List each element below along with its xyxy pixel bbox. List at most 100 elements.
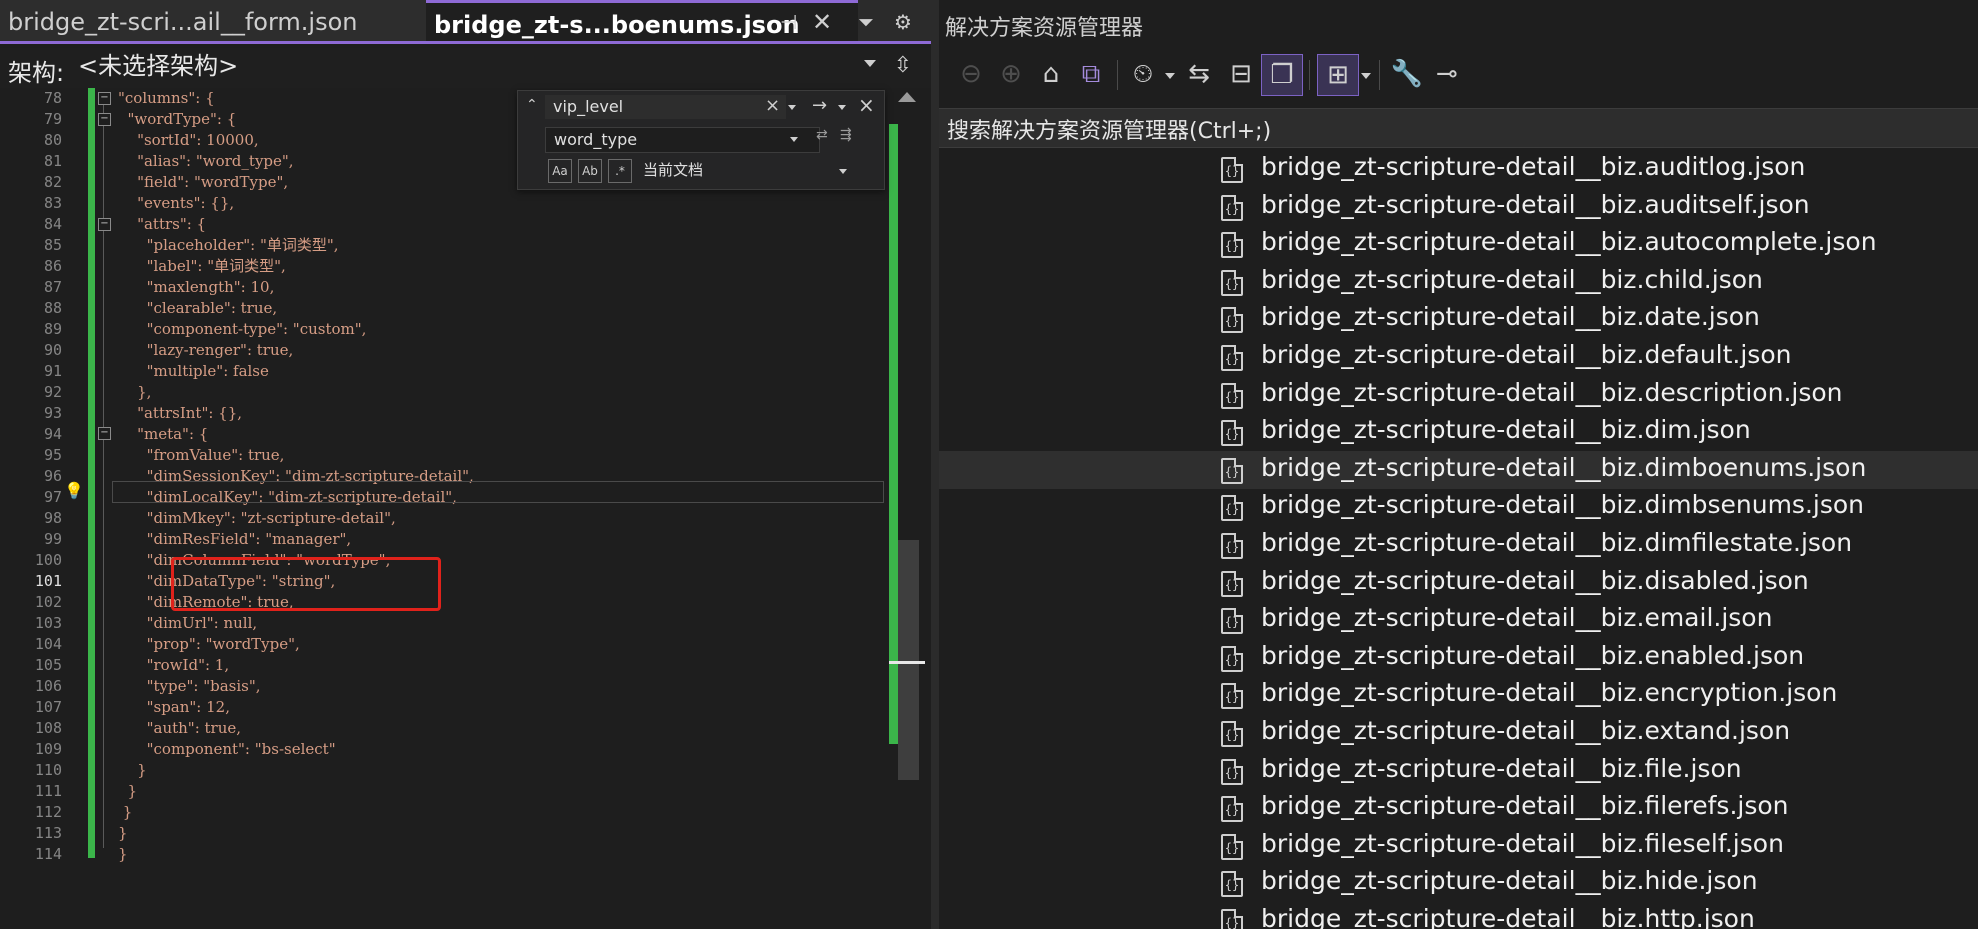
line-number: 104 xyxy=(34,635,62,653)
match-case-toggle[interactable]: Aa xyxy=(548,159,572,183)
file-tree-item[interactable]: {} bridge_zt-scripture-detail__biz.email.… xyxy=(939,601,1978,639)
home-icon[interactable]: ⌂ xyxy=(1031,54,1071,94)
fold-toggle-icon[interactable]: − xyxy=(98,218,111,231)
json-file-icon: {} xyxy=(1221,157,1243,183)
code-line: "lazy-renger": true, xyxy=(118,341,294,359)
replace-history-dropdown-icon[interactable] xyxy=(790,137,798,142)
line-number: 100 xyxy=(34,551,62,569)
collapse-all-icon[interactable]: ⊟ xyxy=(1221,54,1261,94)
file-tree-item[interactable]: {} bridge_zt-scripture-detail__biz.dimboe… xyxy=(939,450,1978,489)
file-tree-item[interactable]: {} bridge_zt-scripture-detail__biz.auditl… xyxy=(939,150,1978,188)
sync-active-document-icon[interactable]: ⇆ xyxy=(1179,54,1219,94)
tab-form-json[interactable]: bridge_zt-scri...ail__form.json xyxy=(0,0,432,42)
scroll-up-icon[interactable] xyxy=(898,92,916,102)
file-tree-item[interactable]: {} bridge_zt-scripture-detail__biz.descri… xyxy=(939,376,1978,414)
pin-icon[interactable]: ⊣ xyxy=(780,10,797,34)
json-file-icon: {} xyxy=(1221,420,1243,447)
file-tree-item[interactable]: {} bridge_zt-scripture-detail__biz.http.j… xyxy=(939,902,1978,929)
replace-input[interactable]: word_type xyxy=(545,127,820,153)
file-tree-item[interactable]: {} bridge_zt-scripture-detail__biz.dimbse… xyxy=(939,488,1978,526)
switch-views-icon[interactable]: ⊞ xyxy=(1317,54,1359,96)
properties-wrench-icon[interactable]: 🔧 xyxy=(1387,54,1427,94)
schema-label: 架构: xyxy=(8,59,65,87)
json-file-icon: {} xyxy=(1221,570,1243,597)
search-scope-select[interactable]: 当前文档 xyxy=(643,159,703,181)
settings-icon[interactable]: ⚙ xyxy=(894,10,912,34)
annotation-highlight-box xyxy=(171,557,441,611)
file-tree-item[interactable]: {} bridge_zt-scripture-detail__biz.child.… xyxy=(939,263,1978,301)
file-tree-item[interactable]: {} bridge_zt-scripture-detail__biz.disabl… xyxy=(939,564,1978,602)
line-number: 98 xyxy=(43,509,62,527)
file-tree-item[interactable]: {} bridge_zt-scripture-detail__biz.defaul… xyxy=(939,338,1978,376)
line-number: 83 xyxy=(43,194,62,212)
pane-splitter[interactable] xyxy=(931,0,939,929)
file-name: bridge_zt-scripture-detail__biz.dim.json xyxy=(1261,415,1751,445)
explorer-search-input[interactable]: 搜索解决方案资源管理器(Ctrl+;) xyxy=(939,108,1978,148)
json-file-icon: {} xyxy=(1221,796,1243,823)
schema-select[interactable]: <未选择架构> xyxy=(70,51,890,81)
find-next-icon[interactable]: → xyxy=(812,95,827,116)
line-number: 80 xyxy=(43,131,62,149)
replace-all-icon[interactable]: ⇶ xyxy=(840,127,862,151)
tab-list-dropdown-icon[interactable]: ⏷ xyxy=(858,10,874,34)
code-editor[interactable]: 78 79 80 81 82 83 84 85 86 87 88 89 90 91 92 93 94 95 96 97… xyxy=(0,88,931,929)
code-line: "attrs": { xyxy=(118,215,207,233)
file-tree-item[interactable]: {} bridge_zt-scripture-detail__biz.audits… xyxy=(939,188,1978,226)
line-number: 82 xyxy=(43,173,62,191)
split-window-icon[interactable]: ⇳ xyxy=(888,50,918,82)
file-tree-item[interactable]: {} bridge_zt-scripture-detail__biz.filere… xyxy=(939,789,1978,827)
file-name: bridge_zt-scripture-detail__biz.http.jso… xyxy=(1261,904,1755,929)
file-tree-item[interactable]: {} bridge_zt-scripture-detail__biz.file.j… xyxy=(939,752,1978,790)
code-line: "rowId": 1, xyxy=(118,656,230,674)
line-number: 97 xyxy=(43,488,62,506)
pending-changes-dropdown-icon[interactable] xyxy=(1165,73,1175,79)
file-tree-item[interactable]: {} bridge_zt-scripture-detail__biz.hide.j… xyxy=(939,864,1978,902)
file-tree-item[interactable]: {} bridge_zt-scripture-detail__biz.extand… xyxy=(939,714,1978,752)
replace-next-icon[interactable]: ⇄ xyxy=(816,127,838,151)
line-number: 88 xyxy=(43,299,62,317)
find-options-dropdown-icon[interactable] xyxy=(838,105,846,110)
back-icon[interactable]: ⊖ xyxy=(951,54,991,94)
forward-icon[interactable]: ⊕ xyxy=(991,54,1031,94)
line-number: 111 xyxy=(34,782,62,800)
json-file-icon: {} xyxy=(1221,382,1243,409)
json-file-icon: {} xyxy=(1221,871,1243,898)
json-file-icon: {} xyxy=(1221,758,1243,785)
fold-toggle-icon[interactable]: − xyxy=(98,113,111,126)
preview-selected-icon[interactable]: ⊸ xyxy=(1427,54,1467,94)
file-tree-item[interactable]: {} bridge_zt-scripture-detail__biz.filese… xyxy=(939,827,1978,865)
file-tree-item[interactable]: {} bridge_zt-scripture-detail__biz.dimfil… xyxy=(939,526,1978,564)
use-regex-toggle[interactable]: .* xyxy=(608,159,632,183)
file-tree-item[interactable]: {} bridge_zt-scripture-detail__biz.date.j… xyxy=(939,300,1978,338)
code-line: "fromValue": true, xyxy=(118,446,285,464)
show-all-files-icon[interactable]: ❐ xyxy=(1261,54,1303,96)
search-history-dropdown-icon[interactable] xyxy=(788,105,796,110)
clear-search-icon[interactable]: × xyxy=(765,95,780,116)
chevron-down-icon[interactable] xyxy=(864,60,876,67)
file-tree-item[interactable]: {} bridge_zt-scripture-detail__biz.enable… xyxy=(939,639,1978,677)
scroll-thumb[interactable] xyxy=(898,540,919,780)
fold-toggle-icon[interactable]: − xyxy=(98,427,111,440)
match-whole-word-toggle[interactable]: Ab xyxy=(578,159,602,183)
close-find-icon[interactable]: × xyxy=(858,93,875,117)
json-file-icon: {} xyxy=(1221,645,1243,672)
file-tree-item[interactable]: {} bridge_zt-scripture-detail__biz.encryp… xyxy=(939,676,1978,714)
file-name: bridge_zt-scripture-detail__biz.descript… xyxy=(1261,377,1843,407)
toolbar-separator xyxy=(1379,60,1380,90)
toggle-replace-icon[interactable]: ⌃ xyxy=(526,97,538,113)
file-tree-item[interactable]: {} bridge_zt-scripture-detail__biz.dim.js… xyxy=(939,413,1978,451)
file-tree-item[interactable]: {} bridge_zt-scripture-detail__biz.autoco… xyxy=(939,225,1978,263)
explorer-search-placeholder: 搜索解决方案资源管理器(Ctrl+;) xyxy=(947,119,1272,144)
pending-changes-icon[interactable]: ⏲ xyxy=(1123,54,1163,94)
close-tab-icon[interactable]: ✕ xyxy=(812,8,832,36)
line-number: 109 xyxy=(34,740,62,758)
line-number: 112 xyxy=(34,803,62,821)
vertical-scrollbar[interactable] xyxy=(889,88,931,929)
vs-solution-icon[interactable]: ⧉ xyxy=(1071,54,1111,94)
lightbulb-icon[interactable]: 💡 xyxy=(64,481,84,501)
scope-dropdown-icon[interactable] xyxy=(839,169,847,174)
json-file-icon: {} xyxy=(1221,345,1243,371)
find-input[interactable]: vip_level xyxy=(545,95,786,119)
switch-views-dropdown-icon[interactable] xyxy=(1361,73,1371,79)
fold-toggle-icon[interactable]: − xyxy=(98,92,111,105)
